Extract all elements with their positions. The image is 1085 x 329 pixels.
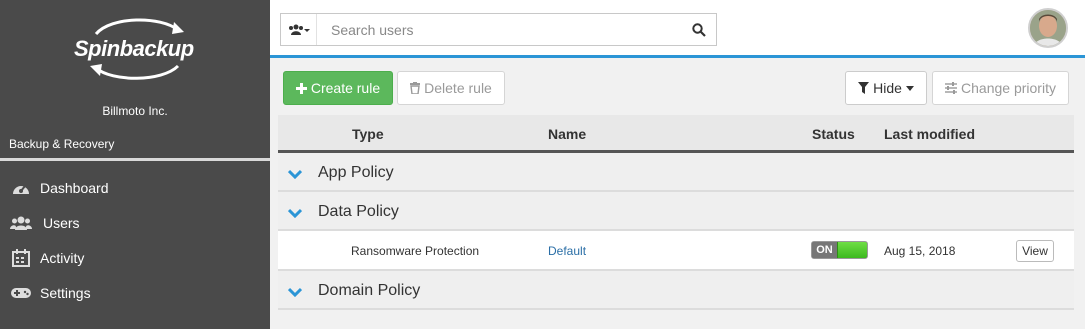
sidebar-item-label: Dashboard: [40, 179, 109, 196]
user-photo-icon: [1030, 10, 1066, 46]
users-icon: [10, 214, 32, 232]
delete-rule-button[interactable]: Delete rule: [397, 71, 505, 105]
view-button[interactable]: View: [1016, 240, 1054, 262]
rules-table: Type Name Status Last modified App Polic…: [278, 115, 1074, 310]
change-priority-button[interactable]: Change priority: [932, 71, 1069, 105]
group-label: App Policy: [318, 164, 394, 181]
chevron-down-icon: [287, 205, 303, 223]
top-bar: [270, 0, 1085, 58]
gamepad-icon: [10, 284, 32, 302]
search-icon: [692, 22, 706, 37]
sidebar-item-activity[interactable]: Activity: [0, 240, 270, 275]
sidebar-item-label: Activity: [40, 249, 85, 266]
trash-icon: [410, 82, 421, 94]
section-label: Backup & Recovery: [9, 137, 115, 151]
group-row-data-policy[interactable]: Data Policy: [278, 192, 1074, 231]
sidebar-nav: Dashboard Users Activity Settings: [0, 170, 270, 310]
sidebar-item-label: Settings: [40, 284, 91, 301]
chevron-down-icon: [287, 284, 303, 302]
avatar[interactable]: [1028, 8, 1068, 48]
dashboard-icon: [10, 179, 32, 197]
search-input[interactable]: [317, 14, 682, 45]
users-dropdown-button[interactable]: [281, 14, 317, 45]
last-modified-date: Aug 15, 2018: [884, 244, 956, 258]
calendar-icon: [10, 248, 32, 267]
hide-dropdown-button[interactable]: Hide: [845, 71, 927, 105]
sidebar: Spinbackup Billmoto Inc. Backup & Recove…: [0, 0, 270, 329]
sidebar-item-users[interactable]: Users: [0, 205, 270, 240]
group-row-domain-policy[interactable]: Domain Policy: [278, 271, 1074, 310]
group-label: Domain Policy: [318, 282, 421, 299]
create-rule-label: Create rule: [310, 80, 381, 96]
column-header-last-modified[interactable]: Last modified: [884, 126, 975, 142]
create-rule-button[interactable]: Create rule: [283, 71, 393, 105]
users-dropdown-icon: [288, 24, 310, 35]
column-header-status[interactable]: Status: [812, 126, 855, 142]
column-header-type[interactable]: Type: [352, 126, 384, 142]
rule-name: Ransomware Protection: [351, 244, 480, 258]
group-label: Data Policy: [318, 203, 399, 220]
table-header: Type Name Status Last modified: [278, 115, 1074, 153]
company-name: Billmoto Inc.: [102, 104, 168, 118]
toggle-on-label: ON: [812, 242, 837, 258]
status-toggle[interactable]: ON: [811, 241, 868, 259]
delete-rule-label: Delete rule: [424, 80, 492, 96]
plus-icon: [295, 82, 307, 94]
sliders-icon: [945, 82, 958, 94]
table-row: Ransomware Protection Default ON Aug 15,…: [278, 231, 1074, 271]
sidebar-item-settings[interactable]: Settings: [0, 275, 270, 310]
column-header-name[interactable]: Name: [548, 126, 586, 142]
search-button[interactable]: [682, 14, 716, 45]
change-priority-label: Change priority: [961, 80, 1056, 96]
sidebar-item-dashboard[interactable]: Dashboard: [0, 170, 270, 205]
group-row-app-policy[interactable]: App Policy: [278, 153, 1074, 192]
hide-label: Hide: [873, 80, 902, 96]
spinbackup-logo[interactable]: Spinbackup: [66, 14, 206, 84]
chevron-down-icon: [287, 166, 303, 184]
toggle-fill: [837, 242, 867, 258]
search-bar: [280, 13, 717, 46]
filter-icon: [858, 82, 870, 94]
logo-text: Spinbackup: [74, 36, 194, 61]
rule-type-link[interactable]: Default: [548, 244, 586, 258]
sidebar-divider: [0, 158, 270, 161]
caret-down-icon: [905, 85, 914, 91]
sidebar-item-label: Users: [43, 214, 80, 231]
